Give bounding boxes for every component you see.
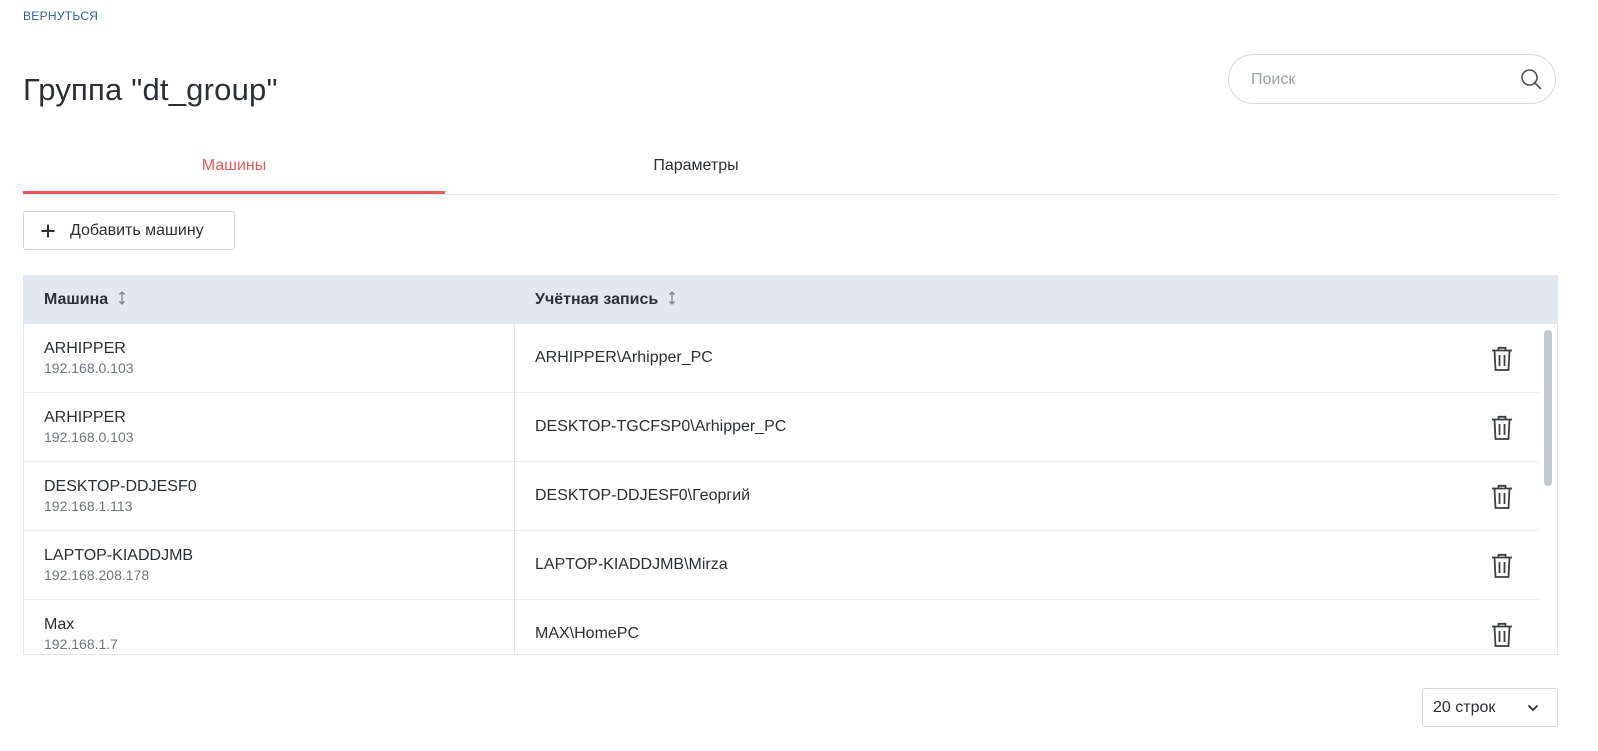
page-title: Группа "dt_group"	[23, 72, 278, 107]
trash-icon[interactable]	[1490, 346, 1514, 372]
account-name: DESKTOP-DDJESF0\Георгий	[535, 487, 751, 504]
search-icon[interactable]	[1520, 68, 1542, 90]
trash-icon[interactable]	[1490, 553, 1514, 579]
machine-name: Max	[44, 616, 75, 633]
rows-per-page-select[interactable]: 20 строк	[1422, 688, 1558, 727]
trash-icon[interactable]	[1490, 622, 1514, 648]
search-input[interactable]	[1249, 55, 1513, 105]
account-name: DESKTOP-TGCFSP0\Arhipper_PC	[535, 418, 787, 435]
scrollbar-thumb[interactable]	[1544, 330, 1552, 486]
table-row[interactable]: ARHIPPER 192.168.0.103 DESKTOP-TGCFSP0\A…	[24, 393, 1539, 462]
add-machine-label: Добавить машину	[70, 221, 204, 239]
machine-name: ARHIPPER	[44, 340, 126, 357]
account-name: LAPTOP-KIADDJMB\Mirza	[535, 556, 728, 573]
rows-per-page-label: 20 строк	[1433, 699, 1496, 716]
machine-ip: 192.168.0.103	[44, 360, 134, 376]
sort-icon[interactable]	[667, 290, 677, 306]
column-header-machine[interactable]: Машина	[44, 276, 127, 324]
column-header-label: Машина	[44, 291, 109, 308]
trash-icon[interactable]	[1490, 484, 1514, 510]
table-row[interactable]: LAPTOP-KIADDJMB 192.168.208.178 LAPTOP-K…	[24, 531, 1539, 600]
machine-name: LAPTOP-KIADDJMB	[44, 547, 194, 564]
search-box	[1228, 54, 1556, 105]
machine-name: ARHIPPER	[44, 409, 126, 426]
table-row[interactable]: ARHIPPER 192.168.0.103 ARHIPPER\Arhipper…	[24, 324, 1539, 393]
account-name: ARHIPPER\Arhipper_PC	[535, 349, 713, 366]
tab-bar: Машины Параметры	[23, 140, 1558, 195]
machine-ip: 192.168.1.113	[44, 498, 133, 514]
add-machine-button[interactable]: Добавить машину	[23, 211, 235, 250]
machine-ip: 192.168.0.103	[44, 429, 134, 445]
column-header-account[interactable]: Учётная запись	[535, 276, 677, 324]
table-scrollbar[interactable]	[1540, 324, 1557, 654]
machine-ip: 192.168.208.178	[44, 567, 150, 583]
account-name: MAX\HomePC	[535, 625, 640, 642]
table-row[interactable]: DESKTOP-DDJESF0 192.168.1.113 DESKTOP-DD…	[24, 462, 1539, 531]
tab-parameters[interactable]: Параметры	[485, 140, 907, 193]
tab-machines[interactable]: Машины	[23, 140, 445, 194]
trash-icon[interactable]	[1490, 415, 1514, 441]
table-row[interactable]: Max 192.168.1.7 MAX\HomePC	[24, 600, 1539, 654]
table-body: ARHIPPER 192.168.0.103 ARHIPPER\Arhipper…	[24, 324, 1539, 654]
machine-name: DESKTOP-DDJESF0	[44, 478, 197, 495]
back-link[interactable]: ВЕРНУТЬСЯ	[23, 9, 98, 23]
machine-ip: 192.168.1.7	[44, 636, 118, 652]
column-header-label: Учётная запись	[535, 291, 659, 308]
sort-icon[interactable]	[117, 290, 127, 306]
machines-table: Машина Учётная запись ARHIPPER 192.168.0…	[23, 275, 1558, 655]
chevron-down-icon	[1527, 704, 1539, 712]
table-header: Машина Учётная запись	[24, 276, 1557, 324]
plus-icon	[41, 224, 55, 237]
